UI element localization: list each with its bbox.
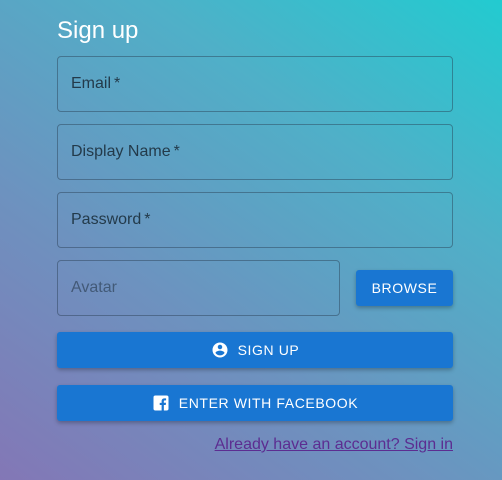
email-field[interactable]: Email * xyxy=(57,56,453,112)
email-field-label: Email * xyxy=(71,75,121,92)
required-mark: * xyxy=(173,143,180,160)
avatar-field-placeholder: Avatar xyxy=(71,279,117,296)
account-circle-icon xyxy=(211,341,229,359)
sign-up-button[interactable]: SIGN UP xyxy=(57,332,453,368)
password-field-label: Password * xyxy=(71,211,151,228)
facebook-login-button-label: ENTER WITH FACEBOOK xyxy=(178,395,359,411)
display-name-field-label: Display Name * xyxy=(71,143,180,160)
page-title: Sign up xyxy=(57,17,139,44)
browse-button[interactable]: BROWSE xyxy=(356,270,453,306)
facebook-icon xyxy=(152,394,170,412)
display-name-field[interactable]: Display Name * xyxy=(57,124,453,180)
required-mark: * xyxy=(114,75,121,92)
required-mark: * xyxy=(144,211,151,228)
avatar-field[interactable]: Avatar xyxy=(57,260,340,316)
sign-in-link[interactable]: Already have an account? Sign in xyxy=(215,435,453,455)
browse-button-label: BROWSE xyxy=(371,280,438,296)
facebook-login-button[interactable]: ENTER WITH FACEBOOK xyxy=(57,385,453,421)
sign-up-button-label: SIGN UP xyxy=(237,342,300,358)
password-field[interactable]: Password * xyxy=(57,192,453,248)
